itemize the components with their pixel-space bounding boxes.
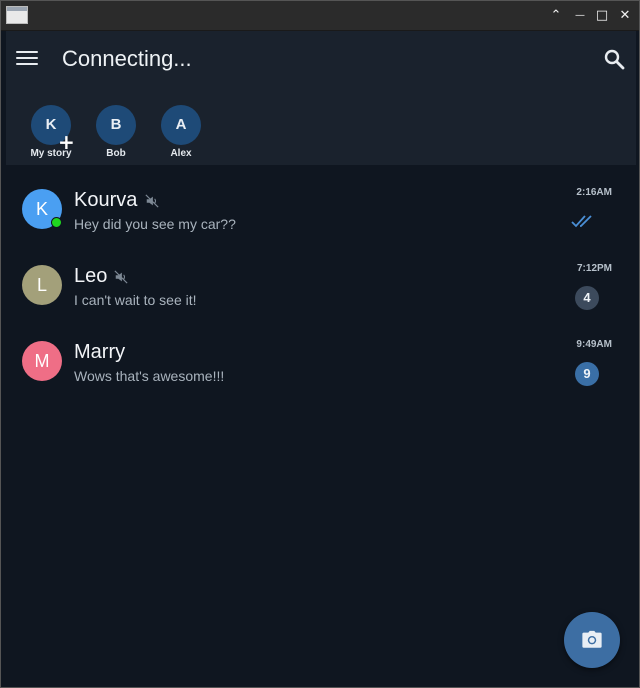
app-header: Connecting... K + My story B Bob A Alex: [6, 31, 636, 165]
chat-name: Marry: [74, 341, 126, 363]
online-indicator: [51, 217, 62, 228]
chat-time: 9:49AM: [576, 339, 612, 350]
story-avatar: B: [96, 105, 136, 145]
story-bob[interactable]: B Bob: [86, 105, 146, 159]
chat-name: Leo: [74, 265, 108, 287]
app-window: ⌃ — □ ✕ Connecting... K + My story B Bob…: [0, 0, 640, 688]
chat-row-leo[interactable]: L Leo I can't wait to see it! 7:12PM 4: [6, 241, 636, 317]
chat-list: K Kourva Hey did you see my car?? 2:16AM…: [6, 165, 636, 683]
chat-time: 7:12PM: [576, 263, 612, 274]
search-icon[interactable]: [602, 47, 626, 71]
unread-badge: 4: [575, 286, 599, 310]
stories-bar: K + My story B Bob A Alex: [6, 105, 636, 161]
chat-name: Kourva: [74, 189, 138, 211]
chat-row-marry[interactable]: M Marry Wows that's awesome!!! 9:49AM 9: [6, 317, 636, 393]
window-app-icon: [6, 6, 28, 24]
window-collapse-button[interactable]: ⌃: [547, 7, 565, 25]
story-label: Alex: [170, 148, 192, 159]
chat-last-message: Hey did you see my car??: [74, 216, 236, 232]
read-receipt-icon: [571, 215, 592, 228]
camera-icon: [582, 630, 602, 648]
camera-fab-button[interactable]: [564, 612, 620, 668]
page-title: Connecting...: [62, 46, 192, 71]
chat-time: 2:16AM: [576, 187, 612, 198]
story-label: Bob: [106, 148, 126, 159]
window-maximize-button[interactable]: □: [593, 7, 611, 25]
story-alex[interactable]: A Alex: [151, 105, 211, 159]
window-titlebar: ⌃ — □ ✕: [1, 1, 639, 31]
chat-row-kourva[interactable]: K Kourva Hey did you see my car?? 2:16AM: [6, 165, 636, 241]
unread-badge: 9: [575, 362, 599, 386]
muted-icon: [145, 194, 159, 208]
hamburger-icon[interactable]: [16, 51, 38, 67]
chat-last-message: Wows that's awesome!!!: [74, 368, 225, 384]
story-my-story[interactable]: K + My story: [21, 105, 81, 159]
chat-last-message: I can't wait to see it!: [74, 292, 197, 308]
add-story-icon[interactable]: +: [58, 132, 75, 152]
window-minimize-button[interactable]: —: [571, 7, 589, 25]
avatar: M: [22, 341, 62, 381]
avatar: L: [22, 265, 62, 305]
muted-icon: [114, 270, 128, 284]
story-avatar: A: [161, 105, 201, 145]
window-close-button[interactable]: ✕: [616, 7, 634, 25]
